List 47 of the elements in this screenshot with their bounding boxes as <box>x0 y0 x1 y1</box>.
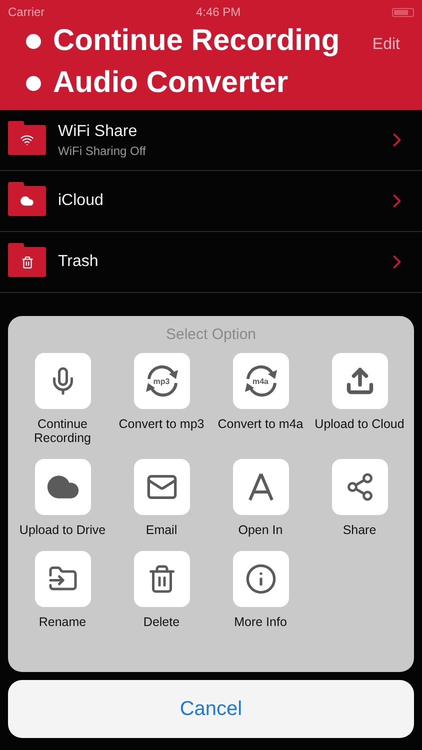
option-button[interactable] <box>34 551 90 607</box>
option-label: Share <box>342 523 376 537</box>
info-icon <box>244 563 276 595</box>
option-button[interactable] <box>134 551 190 607</box>
option-label: Upload to Cloud <box>314 417 404 431</box>
trash-icon <box>20 256 34 268</box>
option-button[interactable] <box>332 353 388 409</box>
option-button[interactable]: m4a <box>232 353 288 409</box>
folder-row[interactable]: WiFi Share WiFi Sharing Off <box>0 110 422 171</box>
cancel-button[interactable]: Cancel <box>8 680 414 738</box>
folder-row[interactable]: iCloud <box>0 171 422 232</box>
option-button[interactable]: mp3 <box>134 353 190 409</box>
option-button[interactable] <box>332 459 388 515</box>
option-button[interactable] <box>232 551 288 607</box>
share-icon <box>344 472 374 502</box>
option-label: Convert to mp3 <box>118 417 204 431</box>
option-button[interactable] <box>34 353 90 409</box>
bullet-dot <box>26 76 41 90</box>
folder-name: iCloud <box>58 192 104 210</box>
carrier-label: Carrier <box>8 5 45 19</box>
option-label: Continue Recording <box>33 417 92 445</box>
option-label: Rename <box>38 615 86 629</box>
battery-icon <box>392 8 414 16</box>
option-button[interactable] <box>34 459 90 515</box>
trash-icon <box>146 564 176 594</box>
folder-name: WiFi Share <box>58 122 138 140</box>
option-button[interactable] <box>134 459 190 515</box>
format-label: mp3 <box>153 376 170 386</box>
bullet-dot <box>26 34 41 48</box>
folder-name: Trash <box>58 253 100 271</box>
format-label: m4a <box>252 376 268 386</box>
option-label: Delete <box>143 615 180 629</box>
banner-text: Continue Recording <box>53 23 340 59</box>
option-label: More Info <box>234 615 287 629</box>
upload-icon <box>344 366 374 396</box>
banner-text: Audio Converter <box>53 65 288 101</box>
status-time: 4:46 PM <box>196 5 241 19</box>
option-button[interactable] <box>232 459 288 515</box>
option-label: Open In <box>238 523 283 537</box>
option-label: Upload to Drive <box>19 523 106 537</box>
sheet-title: Select Option <box>166 326 256 343</box>
cloud-icon <box>20 194 34 208</box>
folder-row[interactable]: Trash <box>0 232 422 293</box>
folder-subtitle: WiFi Sharing Off <box>58 144 147 158</box>
option-label: Email <box>146 523 178 537</box>
option-label: Convert to m4a <box>218 417 304 431</box>
wifi-icon <box>20 133 34 147</box>
